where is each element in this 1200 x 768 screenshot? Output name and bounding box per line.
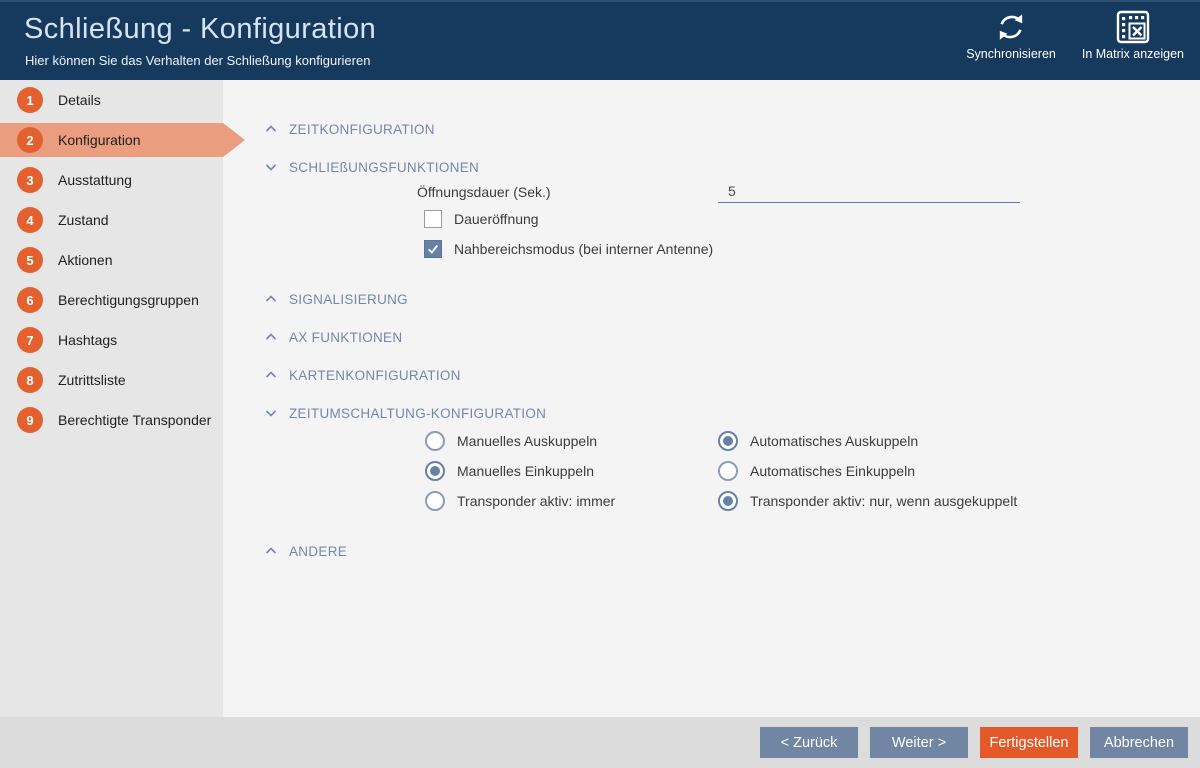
synchronize-label: Synchronisieren: [966, 47, 1056, 61]
oeffnungsdauer-label: Öffnungsdauer (Sek.): [417, 184, 551, 200]
wizard-footer: < Zurück Weiter > Fertigstellen Abbreche…: [0, 717, 1200, 768]
option-manuelles-auskuppeln: Manuelles Auskuppeln: [425, 431, 718, 451]
chevron-up-icon: [265, 547, 277, 555]
next-button[interactable]: Weiter >: [870, 727, 968, 758]
configuration-panel: ZEITKONFIGURATION SCHLIEßUNGSFUNKTIONEN …: [223, 80, 1200, 717]
chevron-up-icon: [265, 295, 277, 303]
sync-icon: [993, 9, 1029, 45]
step-number-badge: 8: [17, 367, 43, 393]
sidebar-item-aktionen[interactable]: 5 Aktionen: [0, 243, 223, 277]
step-number-badge: 6: [17, 287, 43, 313]
step-number-badge: 9: [17, 407, 43, 433]
oeffnungsdauer-input[interactable]: [718, 181, 1020, 203]
page-title: Schließung - Konfiguration: [24, 13, 377, 45]
show-in-matrix-label: In Matrix anzeigen: [1081, 47, 1184, 61]
chevron-down-icon: [265, 163, 277, 171]
nahbereichsmodus-checkbox[interactable]: [424, 240, 442, 258]
daueroeffnung-row: Daueröffnung: [424, 206, 1200, 232]
automatisches-einkuppeln-radio[interactable]: [718, 461, 738, 481]
step-number-badge: 4: [17, 207, 43, 233]
sidebar-item-berechtigte-transponder[interactable]: 9 Berechtigte Transponder: [0, 403, 223, 437]
synchronize-button[interactable]: Synchronisieren: [966, 9, 1056, 61]
section-zeitumschaltung-konfiguration[interactable]: ZEITUMSCHALTUNG-KONFIGURATION: [265, 403, 1200, 423]
automatisches-auskuppeln-radio[interactable]: [718, 431, 738, 451]
option-transponder-aktiv-immer: Transponder aktiv: immer: [425, 491, 718, 511]
chevron-up-icon: [265, 333, 277, 341]
back-button[interactable]: < Zurück: [760, 727, 858, 758]
section-kartenkonfiguration[interactable]: KARTENKONFIGURATION: [265, 365, 1200, 385]
cancel-button[interactable]: Abbrechen: [1090, 727, 1188, 758]
chevron-up-icon: [265, 371, 277, 379]
radio-row: Manuelles Auskuppeln Automatisches Ausku…: [425, 429, 1200, 453]
daueroeffnung-checkbox[interactable]: [424, 210, 442, 228]
section-ax-funktionen[interactable]: AX FUNKTIONEN: [265, 327, 1200, 347]
show-in-matrix-button[interactable]: In Matrix anzeigen: [1082, 9, 1184, 61]
sidebar-item-berechtigungsgruppen[interactable]: 6 Berechtigungsgruppen: [0, 283, 223, 317]
transponder-aktiv-immer-radio[interactable]: [425, 491, 445, 511]
transponder-aktiv-ausgekuppelt-radio[interactable]: [718, 491, 738, 511]
window-header: Schließung - Konfiguration Hier können S…: [0, 0, 1200, 80]
page-subtitle: Hier können Sie das Verhalten der Schlie…: [25, 53, 371, 68]
radio-row: Transponder aktiv: immer Transponder akt…: [425, 489, 1200, 513]
option-automatisches-auskuppeln: Automatisches Auskuppeln: [718, 431, 1011, 451]
nahbereichsmodus-row: Nahbereichsmodus (bei interner Antenne): [424, 236, 1200, 262]
zeitumschaltung-options: Manuelles Auskuppeln Automatisches Ausku…: [425, 429, 1200, 513]
step-number-badge: 7: [17, 327, 43, 353]
manuelles-einkuppeln-radio[interactable]: [425, 461, 445, 481]
matrix-icon: [1115, 9, 1151, 45]
header-actions: Synchronisieren In Matrix anzeigen: [966, 9, 1184, 61]
section-schliessungsfunktionen[interactable]: SCHLIEßUNGSFUNKTIONEN: [265, 157, 1200, 177]
section-andere[interactable]: ANDERE: [265, 541, 1200, 561]
sidebar-item-zutrittsliste[interactable]: 8 Zutrittsliste: [0, 363, 223, 397]
wizard-step-sidebar: 1 Details 2 Konfiguration 3 Ausstattung …: [0, 80, 245, 717]
option-manuelles-einkuppeln: Manuelles Einkuppeln: [425, 461, 718, 481]
step-number-badge: 1: [17, 87, 43, 113]
chevron-up-icon: [265, 125, 277, 133]
sidebar-item-details[interactable]: 1 Details: [0, 83, 223, 117]
section-zeitkonfiguration[interactable]: ZEITKONFIGURATION: [265, 119, 1200, 139]
section-signalisierung[interactable]: SIGNALISIERUNG: [265, 289, 1200, 309]
radio-row: Manuelles Einkuppeln Automatisches Einku…: [425, 459, 1200, 483]
chevron-down-icon: [265, 409, 277, 417]
step-number-badge: 2: [17, 127, 43, 153]
manuelles-auskuppeln-radio[interactable]: [425, 431, 445, 451]
checkmark-icon: [428, 244, 439, 254]
option-automatisches-einkuppeln: Automatisches Einkuppeln: [718, 461, 1011, 481]
sidebar-item-hashtags[interactable]: 7 Hashtags: [0, 323, 223, 357]
oeffnungsdauer-row: Öffnungsdauer (Sek.): [417, 180, 1200, 204]
option-transponder-aktiv-ausgekuppelt: Transponder aktiv: nur, wenn ausgekuppel…: [718, 491, 1017, 511]
sidebar-item-zustand[interactable]: 4 Zustand: [0, 203, 223, 237]
step-number-badge: 3: [17, 167, 43, 193]
sidebar-item-ausstattung[interactable]: 3 Ausstattung: [0, 163, 223, 197]
step-number-badge: 5: [17, 247, 43, 273]
sidebar-item-konfiguration[interactable]: 2 Konfiguration: [0, 123, 245, 157]
window: Schließung - Konfiguration Hier können S…: [0, 0, 1200, 768]
finish-button[interactable]: Fertigstellen: [980, 727, 1078, 758]
